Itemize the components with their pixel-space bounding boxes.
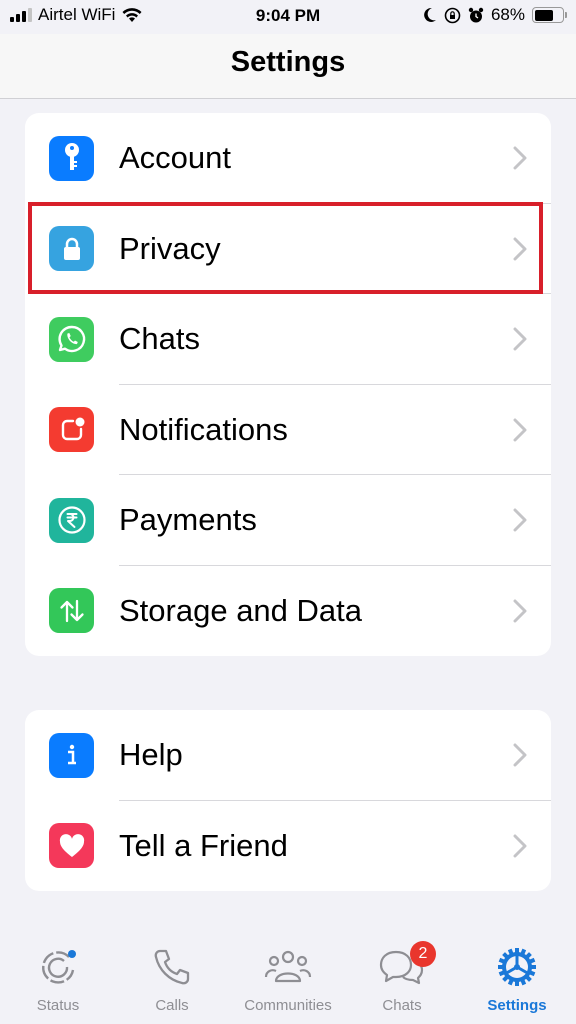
- chevron-right-icon: [513, 327, 527, 351]
- tab-label: Settings: [487, 997, 547, 1014]
- info-icon: [67, 745, 76, 765]
- lock-icon: [63, 237, 80, 260]
- arrows-updown-icon: [59, 599, 84, 622]
- settings-item-storage-and-data[interactable]: Storage and Data: [25, 566, 551, 657]
- chevron-right-icon: [513, 146, 527, 170]
- settings-item-label: Privacy: [119, 230, 221, 266]
- chevron-right-icon: [513, 418, 527, 442]
- settings-item-label: Tell a Friend: [119, 827, 288, 863]
- settings-item-payments[interactable]: Payments: [25, 475, 551, 566]
- tab-communities[interactable]: Communities: [238, 945, 338, 1014]
- settings-item-privacy[interactable]: Privacy: [25, 204, 551, 294]
- status-bar: Airtel WiFi 9:04 PM 68%: [0, 0, 576, 34]
- orientation-lock-icon: [444, 7, 461, 23]
- settings-item-label: Payments: [119, 502, 257, 538]
- alarm-icon: [468, 7, 484, 22]
- rupee-icon: [57, 506, 86, 534]
- settings-section-main: Account Privacy Chats Notifications Paym…: [25, 113, 551, 656]
- battery-percent: 68%: [490, 5, 525, 24]
- settings-item-account[interactable]: Account: [25, 113, 551, 204]
- moon-icon: [424, 7, 436, 22]
- settings-gear-icon: [498, 948, 536, 986]
- chats-icon-box: [49, 316, 94, 362]
- tab-settings[interactable]: Settings: [467, 945, 567, 1014]
- tab-label: Chats: [382, 997, 422, 1014]
- tab-calls[interactable]: Calls: [122, 945, 222, 1014]
- settings-section-support: Help Tell a Friend: [25, 710, 551, 891]
- status-icon: [42, 950, 76, 984]
- settings-item-label: Chats: [119, 321, 200, 357]
- heart-icon: [59, 833, 84, 857]
- tab-label: Communities: [244, 997, 332, 1014]
- settings-item-chats[interactable]: Chats: [25, 294, 551, 385]
- tab-label: Calls: [155, 997, 189, 1014]
- notifications-icon-box: [49, 407, 94, 453]
- settings-item-notifications[interactable]: Notifications: [25, 385, 551, 475]
- payments-icon-box: [49, 497, 94, 543]
- key-icon: [64, 143, 79, 171]
- chevron-right-icon: [513, 508, 527, 532]
- settings-item-label: Notifications: [119, 411, 288, 447]
- battery-icon: [532, 7, 567, 23]
- chevron-right-icon: [513, 599, 527, 623]
- navigation-header: Settings: [0, 34, 576, 99]
- storage-icon-box: [49, 588, 94, 634]
- tab-status[interactable]: Status: [8, 945, 108, 1014]
- help-icon-box: [49, 732, 94, 778]
- settings-item-label: Account: [119, 140, 232, 176]
- phone-icon: [154, 949, 190, 985]
- whatsapp-icon: [57, 326, 85, 353]
- page-title: Settings: [230, 46, 346, 78]
- chevron-right-icon: [513, 743, 527, 767]
- tab-chats[interactable]: 2 Chats: [352, 941, 452, 1014]
- notification-icon: [61, 417, 84, 440]
- chevron-right-icon: [513, 834, 527, 858]
- settings-item-label: Help: [119, 737, 183, 773]
- tab-bar: Status Calls Communities 2 Chats Setting…: [0, 941, 576, 1024]
- unread-badge: 2: [410, 941, 436, 967]
- settings-item-label: Storage and Data: [119, 592, 363, 628]
- privacy-icon-box: [49, 226, 94, 272]
- tell-a-friend-icon-box: [49, 823, 94, 869]
- communities-icon: [264, 950, 312, 983]
- chevron-right-icon: [513, 237, 527, 261]
- tab-label: Status: [36, 997, 80, 1014]
- settings-item-tell-a-friend[interactable]: Tell a Friend: [25, 801, 551, 892]
- settings-item-help[interactable]: Help: [25, 710, 551, 801]
- account-icon-box: [49, 135, 94, 181]
